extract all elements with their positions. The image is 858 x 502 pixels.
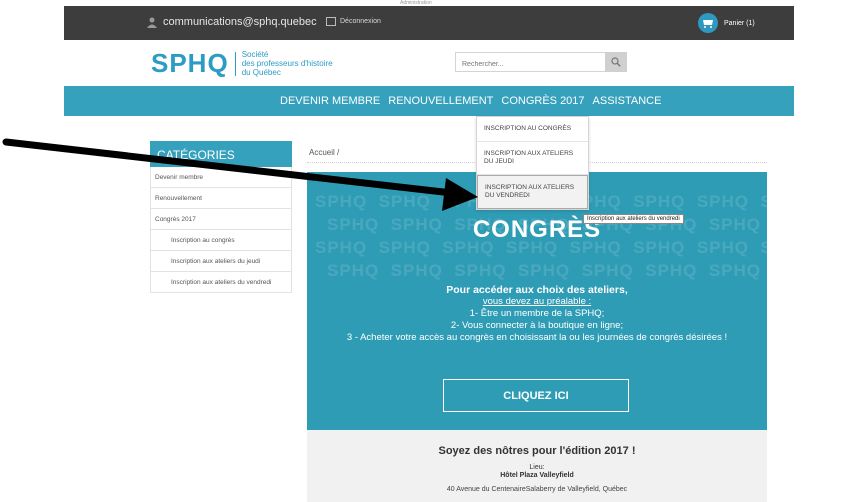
logo-tagline: Société des professeurs d'histoire du Qu… [242,50,333,77]
search-button[interactable] [605,52,627,72]
cart-label: Panier (1) [724,19,755,27]
venue-label: Lieu: [529,464,545,471]
banner-step-3: 3 - Acheter votre accès au congrès en ch… [346,332,728,343]
sidebar-subitem-inscription-congres[interactable]: Inscription au congrès [150,230,292,251]
nav-assistance[interactable]: ASSISTANCE [593,95,662,107]
sidebar-subitem-ateliers-jeudi[interactable]: Inscription aux ateliers du jeudi [150,251,292,272]
logout-icon [326,17,336,26]
breadcrumb-home[interactable]: Accueil [309,148,335,157]
venue-address: 40 Avenue du CentenaireSalaberry de Vall… [446,486,628,493]
menu-item-inscription-congres[interactable]: INSCRIPTION AU CONGRÈS [477,117,588,142]
sidebar-title: CATÉGORIES [150,141,292,167]
search-input[interactable] [456,55,606,74]
cart-icon [698,13,718,33]
tooltip: Inscription aux ateliers du vendredi [583,214,684,224]
cliquez-ici-button[interactable]: CLIQUEZ ICI [443,379,629,412]
banner-title: CONGRÈS [472,216,602,243]
congres-banner: SPHQ SPHQ SPHQ SPHQ SPHQ SPHQ SPHQ SPHQ … [307,172,767,430]
logo-divider [234,51,236,76]
congres-dropdown-menu: INSCRIPTION AU CONGRÈS INSCRIPTION AUX A… [476,116,589,210]
site-logo[interactable]: SPHQ Société des professeurs d'histoire … [151,48,333,79]
user-icon [147,17,157,28]
banner-instructions: Pour accéder aux choix des ateliers, vou… [317,284,757,344]
menu-item-ateliers-jeudi[interactable]: INSCRIPTION AUX ATELIERS DU JEUDI [477,142,588,175]
nav-devenir-membre[interactable]: DEVENIR MEMBRE [280,95,380,107]
breadcrumb-separator: / [337,148,340,157]
search-box [455,52,627,74]
top-bar: communications@sphq.quebec Déconnexion P… [64,6,794,40]
sidebar-item-devenir-membre[interactable]: Devenir membre [150,167,292,188]
account-email: communications@sphq.quebec [163,16,317,28]
category-sidebar: CATÉGORIES Devenir membre Renouvellement… [150,141,292,293]
page: Administration communications@sphq.quebe… [0,0,858,502]
sidebar-subitem-ateliers-vendredi[interactable]: Inscription aux ateliers du vendredi [150,272,292,293]
search-icon [611,57,621,67]
banner-prerequisite: vous devez au préalable : [482,296,592,307]
logout-label: Déconnexion [340,18,381,25]
pattern-row: SPHQ SPHQ SPHQ SPHQ SPHQ SPHQ SPHQ SPHQ [327,261,762,280]
main-nav: DEVENIR MEMBRE RENOUVELLEMENT CONGRÈS 20… [64,86,794,116]
breadcrumb: Accueil / [309,148,339,157]
logo-line-3: du Québec [241,68,281,77]
logout-link[interactable]: Déconnexion [326,17,381,26]
event-heading: Soyez des nôtres pour l'édition 2017 ! [438,445,636,457]
banner-step-1: 1- Être un membre de la SPHQ; [469,308,605,319]
account-link[interactable]: communications@sphq.quebec [146,16,317,28]
cart-button[interactable]: Panier (1) [698,13,755,33]
nav-congres-2017[interactable]: CONGRÈS 2017 [501,95,584,107]
event-venue: Lieu: Hôtel Plaza Valleyfield [307,464,767,480]
logo-line-2: des professeurs d'histoire [241,59,333,68]
banner-step-2: 2- Vous connecter à la boutique en ligne… [450,320,624,331]
logo-main: SPHQ [151,48,229,78]
sidebar-item-renouvellement[interactable]: Renouvellement [150,188,292,209]
menu-item-ateliers-vendredi[interactable]: INSCRIPTION AUX ATELIERS DU VENDREDI [477,175,588,209]
logo-line-1: Société [241,50,269,59]
nav-renouvellement[interactable]: RENOUVELLEMENT [388,95,493,107]
sidebar-item-congres-2017[interactable]: Congrès 2017 [150,209,292,230]
banner-intro: Pour accéder aux choix des ateliers, [446,284,628,296]
venue-name: Hôtel Plaza Valleyfield [500,472,574,479]
event-info: Soyez des nôtres pour l'édition 2017 ! L… [307,430,767,502]
